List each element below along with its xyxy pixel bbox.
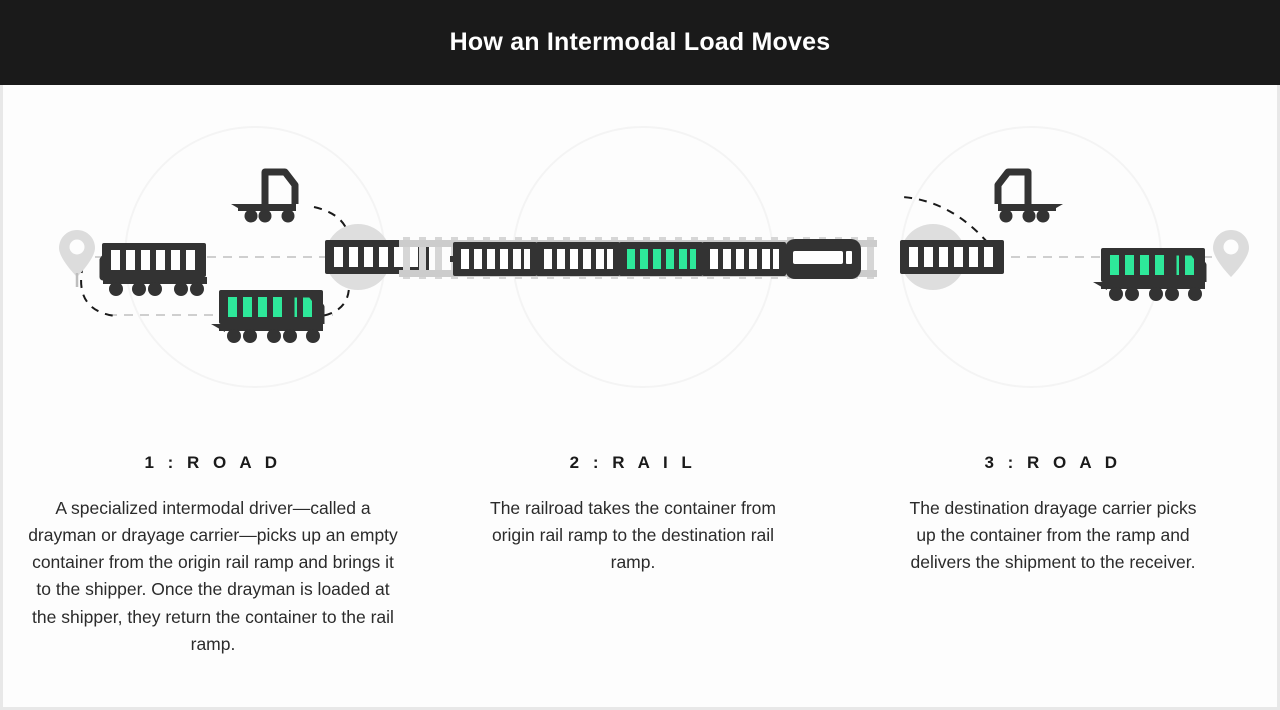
train-locomotive [785,239,861,279]
destination-location-pin [1213,230,1249,277]
truck-empty-container-left [99,243,207,296]
step-3-title: 3 : R O A D [984,453,1122,472]
chassis-truck-outbound [231,168,299,223]
step-road-1: 1 : R O A D A specialized intermodal dri… [3,453,423,658]
chassis-truck-pickup [994,168,1063,223]
step-1-body: A specialized intermodal driver—called a… [28,498,398,654]
step-1-title: 1 : R O A D [144,453,282,472]
step-2-title: 2 : R A I L [569,453,697,472]
infographic-body: 1 : R O A D A specialized intermodal dri… [3,85,1277,707]
truck-loaded-container-right [211,290,325,343]
train-car-3-loaded [619,242,703,276]
intermodal-flow-diagram [59,126,1249,388]
origin-location-pin [59,230,95,287]
origin-rail-ramp [325,224,429,290]
step-2-body: The railroad takes the container from or… [490,498,776,573]
step-rail: 2 : R A I L The railroad takes the conta… [423,453,843,576]
step-3-body: The destination drayage carrier picks up… [909,498,1197,573]
infographic-page: How an Intermodal Load Moves 1: R O A D… [0,0,1280,710]
destination-rail-ramp [900,224,1004,290]
train-car-2 [536,242,620,276]
page-title: How an Intermodal Load Moves [449,28,831,56]
step-road-2: 3 : R O A D The destination drayage carr… [843,453,1263,576]
train-car-4 [702,242,786,276]
freight-train [450,239,861,279]
truck-loaded-container-delivery [1093,248,1207,301]
page-header: How an Intermodal Load Moves [0,0,1280,85]
train-car-1 [453,242,537,276]
step-descriptions: 1 : R O A D A specialized intermodal dri… [3,453,1277,658]
